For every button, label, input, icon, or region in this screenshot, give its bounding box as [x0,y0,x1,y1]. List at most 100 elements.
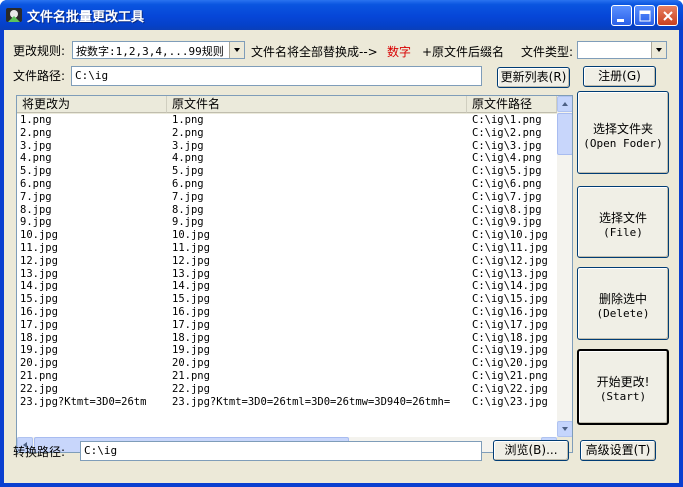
register-label: 注册(G) [598,69,641,83]
convert-path-input[interactable]: C:\ig [80,441,482,461]
table-row[interactable]: 10.jpg 10.jpg C:\ig\10.jpg [17,229,557,242]
table-row[interactable]: 11.jpg 11.jpg C:\ig\11.jpg [17,242,557,255]
delete-selected-button[interactable]: 删除选中 (Delete) [577,267,669,340]
original-path-cell: C:\ig\5.jpg [472,165,542,178]
file-list[interactable]: 将更改为 原文件名 原文件路径 1.png 1.png C:\ig\1.png 2.p… [16,95,573,453]
new-name-cell: 8.jpg [20,203,52,216]
new-name-cell: 5.jpg [20,165,52,178]
filetype-select[interactable] [577,41,667,59]
register-button[interactable]: 注册(G) [583,66,656,87]
rule-select[interactable]: 按数字:1,2,3,4,...99规则 [72,41,245,59]
number-text: 数字 [387,45,412,59]
new-name-cell: 12.jpg [20,254,58,267]
original-path-cell: C:\ig\11.jpg [472,241,548,254]
original-name-cell: 8.jpg [172,203,204,216]
table-row[interactable]: 6.png 6.png C:\ig\6.png [17,178,557,191]
new-name-cell: 13.jpg [20,267,58,280]
table-row[interactable]: 1.png 1.png C:\ig\1.png [17,114,557,127]
column-header-original-path[interactable]: 原文件路径 [467,96,557,113]
table-row[interactable]: 8.jpg 8.jpg C:\ig\8.jpg [17,204,557,217]
table-row[interactable]: 14.jpg 14.jpg C:\ig\14.jpg [17,280,557,293]
original-name-cell: 17.jpg [172,318,210,331]
table-row[interactable]: 5.jpg 5.jpg C:\ig\5.jpg [17,165,557,178]
original-path-cell: C:\ig\13.jpg [472,267,548,280]
table-row[interactable]: 19.jpg 19.jpg C:\ig\19.jpg [17,344,557,357]
scroll-up-icon[interactable] [557,96,572,112]
original-name-cell: 9.jpg [172,216,204,229]
new-name-cell: 22.jpg [20,382,58,395]
vertical-scroll-thumb[interactable] [557,113,572,155]
table-row[interactable]: 17.jpg 17.jpg C:\ig\17.jpg [17,319,557,332]
rule-select-value: 按数字:1,2,3,4,...99规则 [76,45,224,58]
scroll-down-icon[interactable] [557,421,572,437]
table-row[interactable]: 18.jpg 18.jpg C:\ig\18.jpg [17,332,557,345]
original-path-cell: C:\ig\2.png [472,126,542,139]
app-window: 文件名批量更改工具 更改规则: 按数字:1,2,3,4,...99规则 文件名将… [0,0,683,487]
select-file-label: 选择文件 [598,211,647,225]
new-name-cell: 7.jpg [20,190,52,203]
table-row[interactable]: 22.jpg 22.jpg C:\ig\22.jpg [17,383,557,396]
table-row[interactable]: 9.jpg 9.jpg C:\ig\9.jpg [17,216,557,229]
title-bar[interactable]: 文件名批量更改工具 [0,0,683,30]
delete-selected-sublabel: (Delete) [596,307,650,320]
table-row[interactable]: 16.jpg 16.jpg C:\ig\16.jpg [17,306,557,319]
original-name-cell: 13.jpg [172,267,210,280]
start-sublabel: (Start) [599,390,647,403]
table-row[interactable]: 13.jpg 13.jpg C:\ig\13.jpg [17,268,557,281]
list-header: 将更改为 原文件名 原文件路径 [17,96,557,114]
table-row[interactable]: 23.jpg?Ktmt=3D0=26tm 23.jpg?Ktmt=3D0=26tm… [17,396,557,409]
start-button[interactable]: 开始更改! (Start) [577,349,669,425]
browse-button[interactable]: 浏览(B)... [493,440,569,461]
original-path-cell: C:\ig\12.jpg [472,254,548,267]
advanced-settings-button[interactable]: 高级设置(T) [580,440,656,461]
chevron-down-icon[interactable] [651,42,666,58]
maximize-button[interactable] [634,5,655,26]
maximize-icon [639,10,651,22]
table-row[interactable]: 4.png 4.png C:\ig\4.png [17,152,557,165]
table-row[interactable]: 2.png 2.png C:\ig\2.png [17,127,557,140]
column-header-new-name[interactable]: 将更改为 [17,96,167,113]
original-name-cell: 18.jpg [172,331,210,344]
open-folder-button[interactable]: 选择文件夹 (Open Foder) [577,91,669,174]
start-label: 开始更改! [596,375,650,389]
rule-label: 更改规则: [13,44,66,58]
table-row[interactable]: 21.png 21.png C:\ig\21.png [17,370,557,383]
original-path-cell: C:\ig\18.jpg [472,331,548,344]
table-row[interactable]: 7.jpg 7.jpg C:\ig\7.jpg [17,191,557,204]
original-name-cell: 23.jpg?Ktmt=3D0=26tml=3D0=26tmw=3D940=26… [172,395,451,408]
new-name-cell: 17.jpg [20,318,58,331]
refresh-list-label: 更新列表(R) [500,70,567,84]
original-name-cell: 14.jpg [172,280,210,293]
table-row[interactable]: 3.jpg 3.jpg C:\ig\3.jpg [17,140,557,153]
open-folder-sublabel: (Open Foder) [583,137,663,150]
original-path-cell: C:\ig\17.jpg [472,318,548,331]
original-path-cell: C:\ig\20.jpg [472,357,548,370]
new-name-cell: 20.jpg [20,357,58,370]
select-file-button[interactable]: 选择文件 (File) [577,186,669,258]
new-name-cell: 16.jpg [20,305,58,318]
original-path-cell: C:\ig\16.jpg [472,305,548,318]
advanced-settings-label: 高级设置(T) [585,443,651,457]
new-name-cell: 15.jpg [20,293,58,306]
filetype-label: 文件类型: [521,45,574,59]
original-path-cell: C:\ig\15.jpg [472,293,548,306]
new-name-cell: 14.jpg [20,280,58,293]
table-row[interactable]: 20.jpg 20.jpg C:\ig\20.jpg [17,357,557,370]
original-name-cell: 21.png [172,369,210,382]
original-name-cell: 12.jpg [172,254,210,267]
table-row[interactable]: 15.jpg 15.jpg C:\ig\15.jpg [17,293,557,306]
original-name-cell: 11.jpg [172,241,210,254]
app-icon [6,8,22,22]
close-button[interactable] [657,5,678,26]
original-name-cell: 16.jpg [172,305,210,318]
new-name-cell: 10.jpg [20,229,58,242]
new-name-cell: 4.png [20,152,52,165]
path-input[interactable]: C:\ig [71,66,482,86]
minimize-button[interactable] [611,5,632,26]
original-name-cell: 5.jpg [172,165,204,178]
table-row[interactable]: 12.jpg 12.jpg C:\ig\12.jpg [17,255,557,268]
chevron-down-icon[interactable] [229,42,244,58]
column-header-original-name[interactable]: 原文件名 [167,96,467,113]
refresh-list-button[interactable]: 更新列表(R) [497,67,570,88]
vertical-scrollbar[interactable] [557,96,572,437]
